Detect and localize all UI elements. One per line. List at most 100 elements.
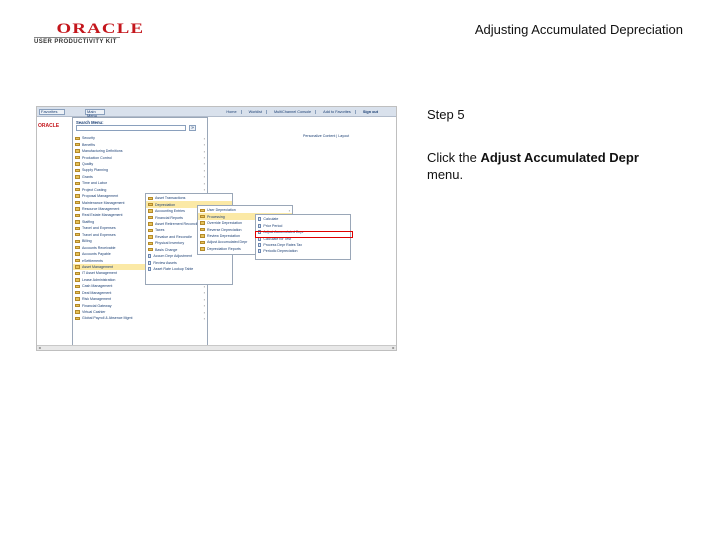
menu-item-label: Prior Period	[263, 223, 283, 228]
topbar-link[interactable]: Home	[222, 110, 242, 114]
menu-item-label: Production Control	[82, 155, 112, 160]
main-menu-button[interactable]: Main Menu	[85, 109, 105, 118]
step-instruction: Click the Adjust Accumulated Depr menu.	[427, 149, 667, 183]
folder-icon	[75, 220, 80, 224]
menu-item-label: Financial Reports	[155, 215, 183, 220]
folder-icon	[75, 258, 80, 263]
logo-divider	[34, 37, 120, 38]
scroll-right-icon[interactable]: ▸	[391, 346, 396, 350]
menu-item-label: Project Costing	[82, 187, 107, 192]
folder-icon	[75, 175, 80, 179]
folder-icon	[148, 241, 153, 245]
instruction-text-before: Click the	[427, 150, 481, 165]
search-menu-input[interactable]	[76, 125, 186, 131]
folder-icon	[148, 196, 153, 200]
instruction-text-after: menu.	[427, 167, 464, 182]
menu-item-label: Adjust Accumulated Depr	[207, 240, 248, 245]
menu-item-label: Security	[82, 136, 95, 141]
menu-item-label: Review Depreciation	[207, 233, 240, 238]
folder-icon	[148, 248, 153, 252]
chevron-right-icon: ›	[203, 296, 205, 302]
folder-icon	[75, 162, 80, 166]
upk-subtitle: USER PRODUCTIVITY KIT	[34, 39, 117, 45]
menu-item-label: Billing	[82, 239, 92, 244]
topbar-link[interactable]: Add to Favorites	[319, 110, 356, 114]
folder-icon	[75, 265, 80, 269]
folder-icon	[75, 226, 80, 231]
application-screenshot: Favorites Main Menu Home Worklist MultiCha…	[36, 106, 397, 351]
menu-item-label: Calculate	[263, 217, 279, 222]
topbar-links: Home Worklist MultiChannel Console Add to F…	[222, 110, 382, 114]
scroll-left-icon[interactable]: ◂	[37, 346, 42, 350]
folder-icon	[75, 252, 80, 256]
personalize-link[interactable]: Personalize Content | Layout	[303, 134, 349, 138]
folder-icon	[75, 284, 80, 288]
menu-item-label: Review Assets	[153, 260, 177, 265]
menu-item-label: Asset Retirement Reconcile	[155, 221, 200, 226]
folder-icon	[75, 188, 80, 192]
folder-icon	[75, 271, 80, 276]
chevron-right-icon: ›	[203, 187, 205, 193]
chevron-right-icon: ›	[288, 207, 290, 213]
menu-item[interactable]: Asset Rate Lookup Table	[146, 266, 232, 272]
menu-item-label: Physical Inventory	[155, 241, 185, 246]
menu-item-label: Processing	[207, 214, 225, 219]
menu-item-label: Grants	[82, 174, 93, 179]
chevron-right-icon: ›	[203, 161, 205, 167]
favorites-menu-button[interactable]: Favorites	[39, 109, 65, 115]
folder-icon	[75, 233, 80, 237]
folder-icon	[75, 181, 80, 185]
action-highlight-box	[255, 231, 353, 238]
chevron-right-icon: ›	[203, 180, 205, 186]
doc-icon	[148, 254, 152, 259]
menu-item-label: IT Asset Management	[82, 271, 117, 276]
menu-item-label: Virtual Cashier	[82, 310, 106, 315]
oracle-upk-logo: ORACLE USER PRODUCTIVITY KIT	[34, 22, 154, 48]
folder-icon	[75, 303, 80, 308]
menu-item-label: Cash Management	[82, 284, 113, 289]
menu-item[interactable]: Periodic Depreciation	[256, 248, 350, 254]
topbar-link[interactable]: Sign out	[359, 110, 382, 114]
menu-item-label: Asset Management	[82, 264, 113, 269]
menu-item-label: Manufacturing Definitions	[82, 149, 123, 154]
menu-item-label: Risk Management	[82, 297, 111, 302]
folder-icon	[148, 215, 153, 220]
chevron-right-icon: ›	[203, 142, 205, 148]
menu-item-label: Taxes	[155, 228, 165, 233]
chevron-right-icon: ›	[203, 309, 205, 315]
menu-item-label: Depreciation	[155, 202, 176, 207]
chevron-right-icon: ›	[203, 174, 205, 180]
chevron-right-icon: ›	[203, 290, 205, 296]
menu-item-label: Supply Planning	[82, 168, 108, 173]
menu-item-label: Deal Management	[82, 290, 112, 295]
chevron-right-icon: ›	[203, 303, 205, 309]
slide-title: Adjusting Accumulated Depreciation	[474, 22, 683, 37]
menu-item-label: Benefits	[82, 142, 95, 147]
horizontal-scrollbar[interactable]: ◂ ▸	[37, 345, 396, 350]
topbar-link[interactable]: MultiChannel Console	[270, 110, 317, 114]
menu-item-label: Basis Change	[155, 247, 178, 252]
folder-icon	[75, 194, 80, 198]
menu-item-label: User Depreciation	[207, 208, 236, 213]
folder-icon	[75, 310, 80, 314]
menu-item-label: Travel and Expenses	[82, 232, 116, 237]
topbar-link[interactable]: Worklist	[245, 110, 267, 114]
menu-item-label: Periodic Depreciation	[263, 249, 298, 254]
folder-icon	[75, 278, 80, 282]
folder-icon	[75, 168, 80, 173]
menu-item-label: Financial Gateway	[82, 303, 112, 308]
menu-item[interactable]: Global Payroll & Absence Mgmt ›	[73, 315, 207, 321]
search-go-button[interactable]: »	[189, 125, 196, 131]
doc-icon	[258, 242, 262, 247]
menu-item-label: Global Payroll & Absence Mgmt	[82, 316, 133, 321]
folder-icon	[200, 240, 205, 245]
doc-icon	[258, 217, 262, 222]
folder-icon	[75, 316, 80, 321]
chevron-right-icon: ›	[203, 315, 205, 321]
menu-item-label: Real Estate Management	[82, 213, 123, 218]
folder-icon	[75, 207, 80, 211]
menu-item-label: Staffing	[82, 219, 95, 224]
doc-icon	[148, 260, 152, 265]
menu-item-label: Resource Management	[82, 207, 120, 212]
app-topbar: Favorites Main Menu Home Worklist MultiCha…	[37, 107, 396, 118]
